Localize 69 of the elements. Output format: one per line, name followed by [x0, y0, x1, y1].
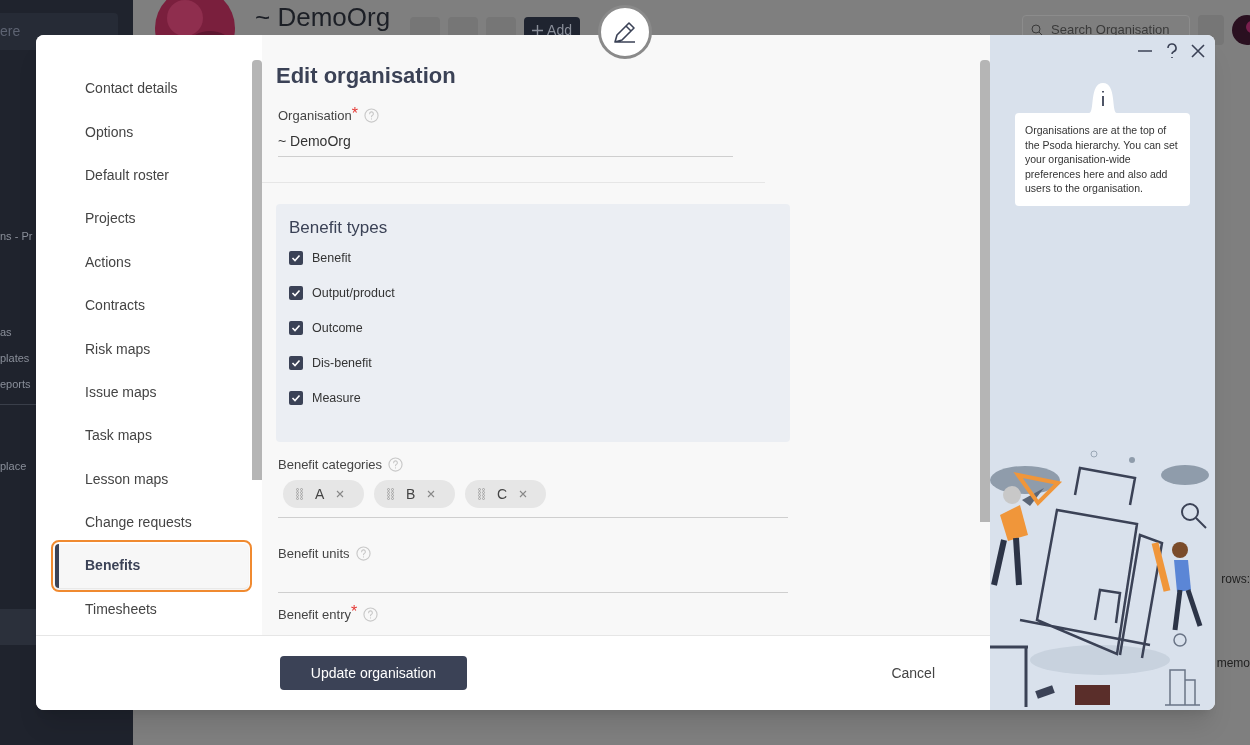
background-text: rows:	[1221, 571, 1250, 588]
nav-item[interactable]: Options	[55, 110, 248, 154]
search-placeholder: Search Organisation	[1051, 21, 1170, 40]
tag-label: C	[497, 484, 508, 504]
sidebar-item[interactable]: plates	[0, 350, 30, 366]
checkbox[interactable]	[289, 286, 303, 300]
sidebar-item[interactable]: as	[0, 324, 12, 340]
update-organisation-button[interactable]: Update organisation	[280, 656, 467, 690]
checkbox-label: Output/product	[312, 284, 395, 302]
tag-label: A	[315, 484, 325, 504]
check-icon	[291, 288, 301, 298]
nav-item[interactable]: Default roster	[55, 153, 248, 198]
scrollbar[interactable]	[252, 60, 262, 480]
drag-handle-icon[interactable]	[296, 488, 303, 500]
drag-handle-icon[interactable]	[478, 488, 485, 500]
remove-icon[interactable]	[519, 490, 528, 498]
cancel-button[interactable]: Cancel	[891, 662, 935, 684]
close-icon[interactable]	[1191, 44, 1205, 58]
check-icon	[291, 323, 301, 333]
field-label: Organisation	[278, 108, 352, 125]
tag-label: B	[406, 484, 416, 504]
remove-icon[interactable]	[336, 490, 345, 498]
category-tag[interactable]: C	[465, 480, 546, 508]
section-heading: Benefit types	[289, 216, 389, 239]
category-tag[interactable]: B	[374, 480, 455, 508]
checkbox-label: Benefit	[312, 249, 351, 267]
required-asterisk: *	[351, 604, 358, 621]
checkbox[interactable]	[289, 391, 303, 405]
sidebar-item[interactable]: place	[0, 458, 27, 474]
categories-field[interactable]: A B C	[278, 480, 788, 518]
nav-item[interactable]: Lesson maps	[55, 457, 248, 501]
dialog-title: Edit organisation	[276, 62, 457, 90]
checkbox-label: Dis-benefit	[312, 354, 372, 372]
check-icon	[291, 393, 301, 403]
required-asterisk: *	[351, 105, 358, 122]
checkbox-label: Outcome	[312, 319, 363, 337]
check-icon	[291, 358, 301, 368]
sidebar-item[interactable]: eports	[0, 376, 31, 392]
nav-item[interactable]: Projects	[55, 197, 248, 241]
checkbox[interactable]	[289, 251, 303, 265]
field-label: Benefit entry	[278, 606, 351, 624]
nav-item[interactable]: Contact details	[55, 67, 248, 111]
search-icon	[1031, 24, 1043, 36]
background-text: memo	[1216, 655, 1250, 672]
drag-handle-icon[interactable]	[387, 488, 394, 500]
help-text: Organisations are at the top of the Psoda hierarchy. You can set your organisation-wide preferences here and also add users to the organisation.	[1015, 113, 1190, 206]
nav-item[interactable]: Contracts	[55, 283, 248, 328]
help-icon[interactable]	[1166, 43, 1178, 59]
pencil-icon	[612, 19, 638, 45]
search-placeholder: ere	[0, 22, 21, 41]
plus-icon	[532, 24, 544, 36]
field-label: Benefit categories	[278, 455, 383, 474]
check-icon	[291, 253, 301, 263]
scrollbar[interactable]	[980, 60, 990, 522]
nav-item[interactable]: Actions	[55, 240, 248, 284]
sidebar-item[interactable]: ns - Pr	[0, 228, 33, 244]
field-label: Benefit units	[278, 545, 350, 563]
checkbox-label: Measure	[312, 389, 361, 407]
checkbox[interactable]	[289, 321, 303, 335]
organisation-field[interactable]: ~ DemoOrg	[278, 130, 733, 157]
checkbox[interactable]	[289, 356, 303, 370]
nav-item[interactable]: Risk maps	[55, 327, 248, 371]
remove-icon[interactable]	[427, 490, 436, 498]
nav-item[interactable]: Task maps	[55, 414, 248, 458]
page-title: ~ DemoOrg	[255, 2, 391, 32]
category-tag[interactable]: A	[283, 480, 364, 508]
nav-item[interactable]: Change requests	[55, 500, 248, 545]
nav-item[interactable]: Issue maps	[55, 370, 248, 415]
nav-item[interactable]: Timesheets	[55, 587, 248, 632]
